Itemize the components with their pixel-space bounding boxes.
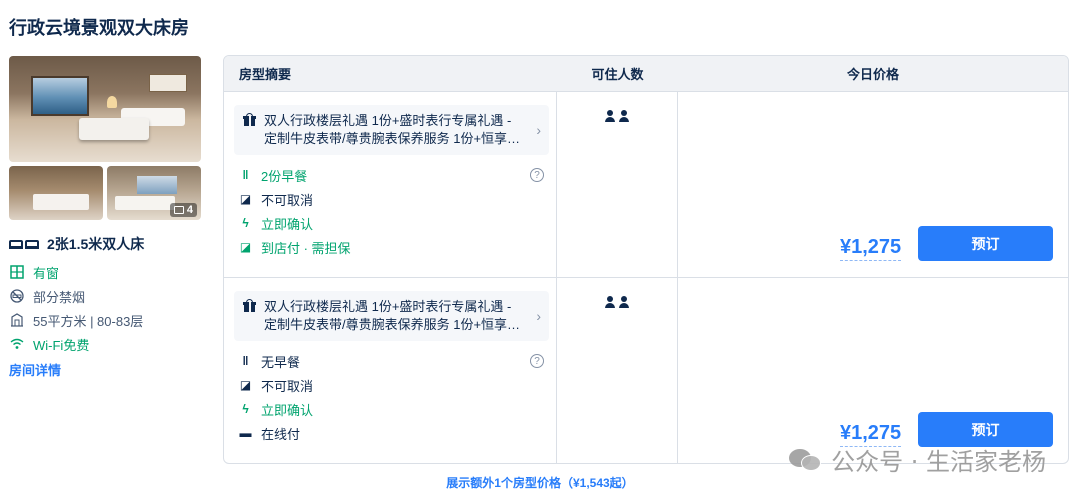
payment-label: 到店付 · 需担保 (261, 240, 351, 256)
meal-label: 无早餐 (261, 354, 301, 370)
pay-at-hotel-icon: ◪ (239, 240, 252, 254)
price: ¥1,275 (840, 236, 902, 261)
watermark-text: 公众号 · 生活家老杨 (831, 448, 1046, 476)
rate-table: 房型摘要 可住人数 今日价格 双人行政楼层礼遇 1份+盛时表行专属礼遇 - 定制… (223, 55, 1069, 464)
photo-count: 4 (186, 204, 193, 216)
feature-label: 55平方米 | 80-83层 (33, 313, 144, 329)
bed-type: 2张1.5米双人床 (47, 236, 145, 252)
room-photo-main[interactable] (9, 56, 201, 162)
confirm-policy: ϟ 立即确认 (239, 211, 544, 235)
meal-policy: ǁ 无早餐 ? (239, 349, 544, 373)
feature-window: 有窗 (9, 260, 201, 284)
image-icon (173, 206, 184, 214)
gift-icon (243, 299, 256, 312)
chevron-right-icon: › (536, 308, 541, 324)
credit-card-icon: ▬ (239, 426, 252, 440)
gift-text: 双人行政楼层礼遇 1份+盛时表行专属礼遇 - 定制牛皮表带/尊贵腕表保养服务 1… (264, 299, 521, 332)
watermark: 公众号 · 生活家老杨 (789, 442, 1046, 477)
meal-label: 2份早餐 (261, 168, 308, 184)
feature-label: 部分禁烟 (33, 289, 86, 305)
gift-package[interactable]: 双人行政楼层礼遇 1份+盛时表行专属礼遇 - 定制牛皮表带/尊贵腕表保养服务 1… (234, 105, 549, 155)
lightning-icon: ϟ (242, 402, 249, 416)
feature-smoking: 部分禁烟 (9, 284, 201, 308)
gift-text: 双人行政楼层礼遇 1份+盛时表行专属礼遇 - 定制牛皮表带/尊贵腕表保养服务 1… (264, 113, 521, 146)
payment-policy: ▬ 在线付 (239, 421, 544, 445)
rate-row-2: 双人行政楼层礼遇 1份+盛时表行专属礼遇 - 定制牛皮表带/尊贵腕表保养服务 1… (224, 278, 1068, 463)
gift-package[interactable]: 双人行政楼层礼遇 1份+盛时表行专属礼遇 - 定制牛皮表带/尊贵腕表保养服务 1… (234, 291, 549, 341)
breakfast-icon: ǁ (242, 168, 249, 182)
help-icon[interactable]: ? (530, 168, 544, 182)
header-summary: 房型摘要 (239, 67, 292, 82)
room-photo-thumb-1[interactable] (9, 166, 103, 220)
photo-count-badge[interactable]: 4 (169, 203, 197, 217)
cancel-label: 不可取消 (261, 378, 314, 394)
cancel-label: 不可取消 (261, 192, 314, 208)
payment-policy: ◪ 到店付 · 需担保 (239, 235, 544, 259)
confirm-policy: ϟ 立即确认 (239, 397, 544, 421)
chevron-right-icon: › (536, 122, 541, 138)
gift-icon (243, 113, 256, 126)
feature-wifi: Wi-Fi免费 (9, 332, 201, 356)
person-icon (619, 296, 629, 308)
rate-row-1: 双人行政楼层礼遇 1份+盛时表行专属礼遇 - 定制牛皮表带/尊贵腕表保养服务 1… (224, 92, 1068, 278)
confirm-label: 立即确认 (261, 216, 314, 232)
feature-area: 55平方米 | 80-83层 (9, 308, 201, 332)
feature-label: 有窗 (33, 265, 60, 281)
no-smoking-icon (9, 288, 25, 304)
confirm-label: 立即确认 (261, 402, 314, 418)
room-title: 行政云境景观双大床房 (9, 18, 189, 38)
person-icon (605, 296, 615, 308)
room-info-panel: 4 2张1.5米双人床 有窗 部分禁烟 55平方米 | 80-83层 Wi-Fi… (9, 56, 201, 380)
no-cancel-icon: ◪ (239, 192, 252, 206)
wechat-logo-icon (789, 447, 823, 473)
header-price: 今日价格 (846, 67, 899, 82)
window-icon (9, 264, 25, 280)
cancel-policy: ◪ 不可取消 (239, 187, 544, 211)
meal-policy: ǁ 2份早餐 ? (239, 163, 544, 187)
help-icon[interactable]: ? (530, 354, 544, 368)
payment-label: 在线付 (261, 426, 301, 442)
book-button[interactable]: 预订 (918, 226, 1053, 261)
guest-capacity (557, 110, 677, 122)
no-breakfast-icon: ǁ (242, 354, 249, 368)
feature-label: Wi-Fi免费 (33, 337, 90, 353)
room-photo-thumb-2[interactable]: 4 (107, 166, 201, 220)
table-header: 房型摘要 可住人数 今日价格 (224, 56, 1068, 92)
lightning-icon: ϟ (242, 216, 249, 230)
room-detail-link[interactable]: 房间详情 (9, 360, 61, 379)
guest-capacity (557, 296, 677, 308)
area-icon (9, 312, 25, 328)
bed-icon (9, 239, 39, 249)
cancel-policy: ◪ 不可取消 (239, 373, 544, 397)
no-cancel-icon: ◪ (239, 378, 252, 392)
wifi-icon (9, 336, 25, 352)
person-icon (619, 110, 629, 122)
header-guests: 可住人数 (591, 67, 644, 82)
person-icon (605, 110, 615, 122)
